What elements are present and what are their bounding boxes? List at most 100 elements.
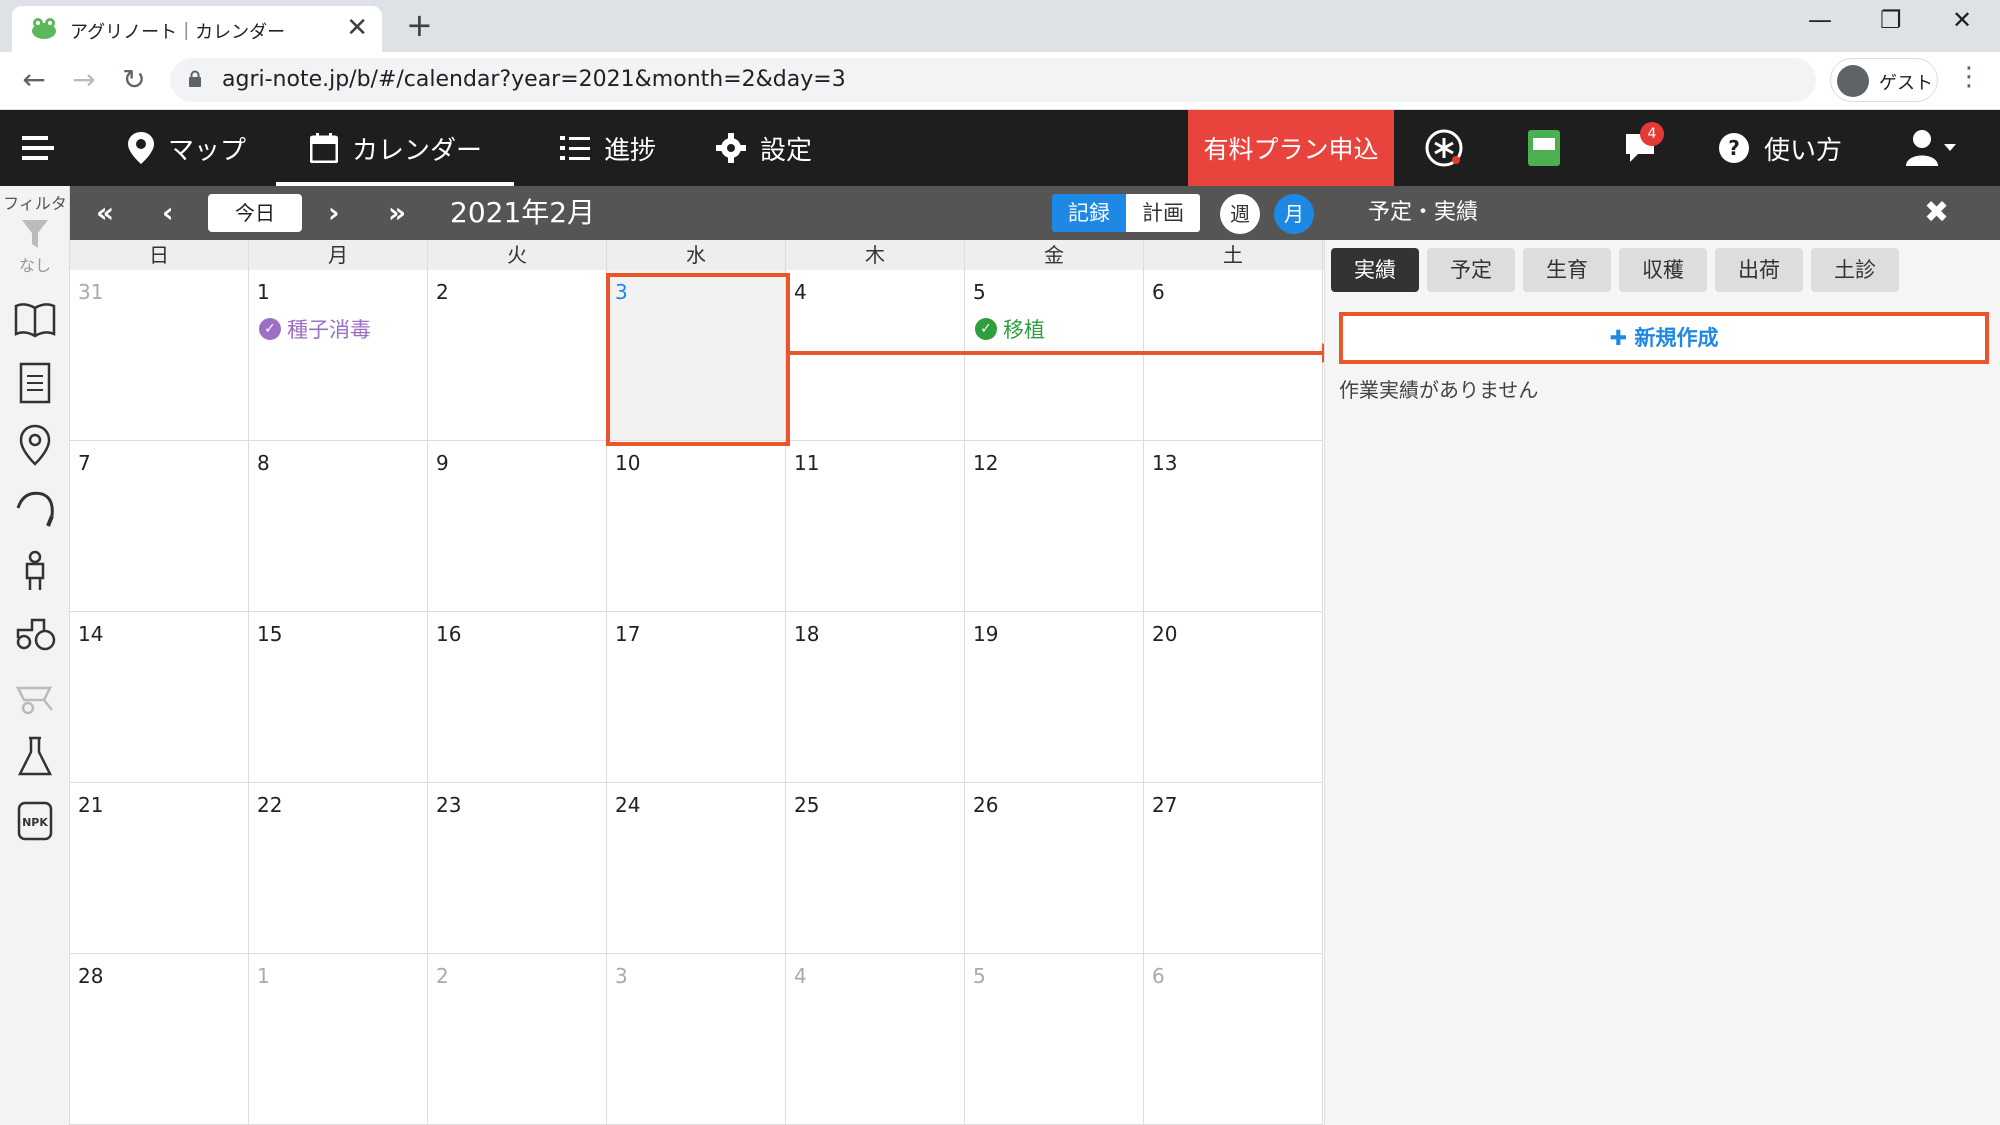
- panel-tab[interactable]: 収穫: [1619, 248, 1707, 292]
- nav-map-label: マップ: [168, 135, 247, 166]
- calendar-day-cell[interactable]: 20: [1144, 612, 1323, 783]
- day-number: 12: [973, 451, 999, 475]
- forward-arrow-icon[interactable]: →: [64, 60, 104, 100]
- new-tab-button[interactable]: +: [406, 6, 433, 44]
- calendar-event[interactable]: ✓ 移植: [975, 314, 1045, 344]
- record-toggle[interactable]: 記録: [1052, 194, 1126, 232]
- calendar-day-cell[interactable]: 25: [786, 783, 965, 954]
- checklist-icon: [560, 136, 590, 160]
- prev-year-icon[interactable]: «: [96, 194, 114, 232]
- day-number: 1: [257, 964, 270, 988]
- wheelbarrow-icon[interactable]: [14, 674, 56, 716]
- month-view-button[interactable]: 月: [1274, 194, 1314, 234]
- document-icon[interactable]: [14, 362, 56, 404]
- nav-settings[interactable]: 設定: [704, 110, 824, 186]
- calendar-day-cell[interactable]: 7: [70, 441, 249, 612]
- calendar-day-cell[interactable]: 16: [428, 612, 607, 783]
- calendar-day-cell[interactable]: 13: [1144, 441, 1323, 612]
- tab-close-icon[interactable]: ✕: [346, 13, 368, 43]
- calendar-day-cell[interactable]: 23: [428, 783, 607, 954]
- calendar-day-cell[interactable]: 19: [965, 612, 1144, 783]
- panel-tab[interactable]: 予定: [1427, 248, 1515, 292]
- profile-button[interactable]: ゲスト: [1830, 58, 1938, 102]
- day-number: 15: [257, 622, 283, 646]
- nav-help[interactable]: ? 使い方: [1718, 110, 1842, 186]
- panel-title: 予定・実績: [1368, 200, 1479, 225]
- panel-tab[interactable]: 生育: [1523, 248, 1611, 292]
- day-number: 2: [436, 964, 449, 988]
- user-menu-icon[interactable]: [1906, 128, 1958, 168]
- sickle-icon[interactable]: [14, 486, 56, 528]
- plan-toggle[interactable]: 計画: [1126, 194, 1200, 232]
- day-number: 26: [973, 793, 999, 817]
- calendar-day-cell[interactable]: 21: [70, 783, 249, 954]
- calendar-day-cell[interactable]: 22: [249, 783, 428, 954]
- today-button[interactable]: 今日: [208, 194, 302, 232]
- calendar-day-cell[interactable]: 28: [70, 954, 249, 1125]
- check-circle-icon: ✓: [259, 318, 281, 340]
- calendar-day-cell[interactable]: 5: [965, 954, 1144, 1125]
- calendar-day-cell[interactable]: 6: [1144, 954, 1323, 1125]
- week-view-button[interactable]: 週: [1220, 194, 1260, 234]
- browser-tab[interactable]: アグリノート｜カレンダー ✕: [12, 6, 382, 52]
- calendar-day-cell[interactable]: 3: [607, 954, 786, 1125]
- create-new-button[interactable]: ✚ 新規作成: [1339, 312, 1989, 364]
- calendar-day-cell[interactable]: 17: [607, 612, 786, 783]
- fertilizer-npk-icon[interactable]: NPK: [14, 800, 56, 842]
- next-month-icon[interactable]: ›: [328, 194, 340, 232]
- calendar-day-cell[interactable]: 9: [428, 441, 607, 612]
- day-number: 31: [78, 280, 104, 304]
- day-number: 5: [973, 280, 986, 304]
- day-number: 19: [973, 622, 999, 646]
- restore-button[interactable]: ❐: [1880, 6, 1902, 34]
- calendar-day-cell[interactable]: 4: [786, 954, 965, 1125]
- browser-menu-icon[interactable]: ⋮: [1956, 62, 1982, 92]
- calendar-day-cell[interactable]: 4: [786, 270, 965, 441]
- panel-tab[interactable]: 土診: [1811, 248, 1899, 292]
- menu-toggle-icon[interactable]: [22, 134, 56, 162]
- day-number: 24: [615, 793, 641, 817]
- calendar-day-cell[interactable]: 24: [607, 783, 786, 954]
- flask-icon[interactable]: [14, 736, 56, 778]
- calendar-day-cell[interactable]: 12: [965, 441, 1144, 612]
- worker-icon[interactable]: [14, 550, 56, 592]
- nav-calendar[interactable]: カレンダー: [276, 110, 515, 186]
- day-number: 21: [78, 793, 104, 817]
- calendar-day-cell[interactable]: 5 ✓ 移植: [965, 270, 1144, 441]
- nav-map[interactable]: マップ: [116, 110, 258, 186]
- paid-plan-button[interactable]: 有料プラン申込: [1188, 110, 1394, 186]
- tractor-icon[interactable]: [14, 612, 56, 654]
- url-input[interactable]: agri-note.jp/b/#/calendar?year=2021&mont…: [170, 58, 1816, 102]
- location-pin-icon[interactable]: [14, 424, 56, 466]
- calendar-day-cell[interactable]: 27: [1144, 783, 1323, 954]
- calendar-day-cell[interactable]: 2: [428, 270, 607, 441]
- calendar-day-cell[interactable]: 2: [428, 954, 607, 1125]
- panel-tab[interactable]: 実績: [1331, 248, 1419, 292]
- prev-month-icon[interactable]: ‹: [162, 194, 174, 232]
- filter-funnel-icon[interactable]: [22, 220, 48, 250]
- asterisk-circle-icon[interactable]: [1424, 128, 1464, 168]
- notebook-icon[interactable]: [1524, 128, 1564, 168]
- book-icon[interactable]: [14, 298, 56, 340]
- calendar-day-cell[interactable]: 11: [786, 441, 965, 612]
- calendar-day-cell[interactable]: 14: [70, 612, 249, 783]
- back-arrow-icon[interactable]: ←: [14, 60, 54, 100]
- nav-progress[interactable]: 進捗: [548, 110, 668, 186]
- calendar-day-cell[interactable]: 31: [70, 270, 249, 441]
- reload-icon[interactable]: ↻: [114, 60, 154, 100]
- calendar-event[interactable]: ✓ 種子消毒: [259, 314, 371, 344]
- calendar-toolbar: « ‹ 今日 › » 2021年2月 記録 計画 週 月 予定・実績 ✖: [70, 186, 2000, 240]
- calendar-day-cell[interactable]: 15: [249, 612, 428, 783]
- window-close-button[interactable]: ✕: [1952, 6, 1972, 34]
- panel-close-icon[interactable]: ✖: [1924, 194, 1949, 232]
- calendar-day-cell[interactable]: 26: [965, 783, 1144, 954]
- panel-tab[interactable]: 出荷: [1715, 248, 1803, 292]
- calendar-day-cell[interactable]: 18: [786, 612, 965, 783]
- next-year-icon[interactable]: »: [388, 194, 406, 232]
- calendar-day-cell[interactable]: 1: [249, 954, 428, 1125]
- calendar-day-cell[interactable]: 10: [607, 441, 786, 612]
- calendar-day-cell[interactable]: 8: [249, 441, 428, 612]
- calendar-day-cell[interactable]: 1 ✓ 種子消毒: [249, 270, 428, 441]
- calendar-day-cell[interactable]: 6: [1144, 270, 1323, 441]
- minimize-button[interactable]: —: [1808, 6, 1832, 34]
